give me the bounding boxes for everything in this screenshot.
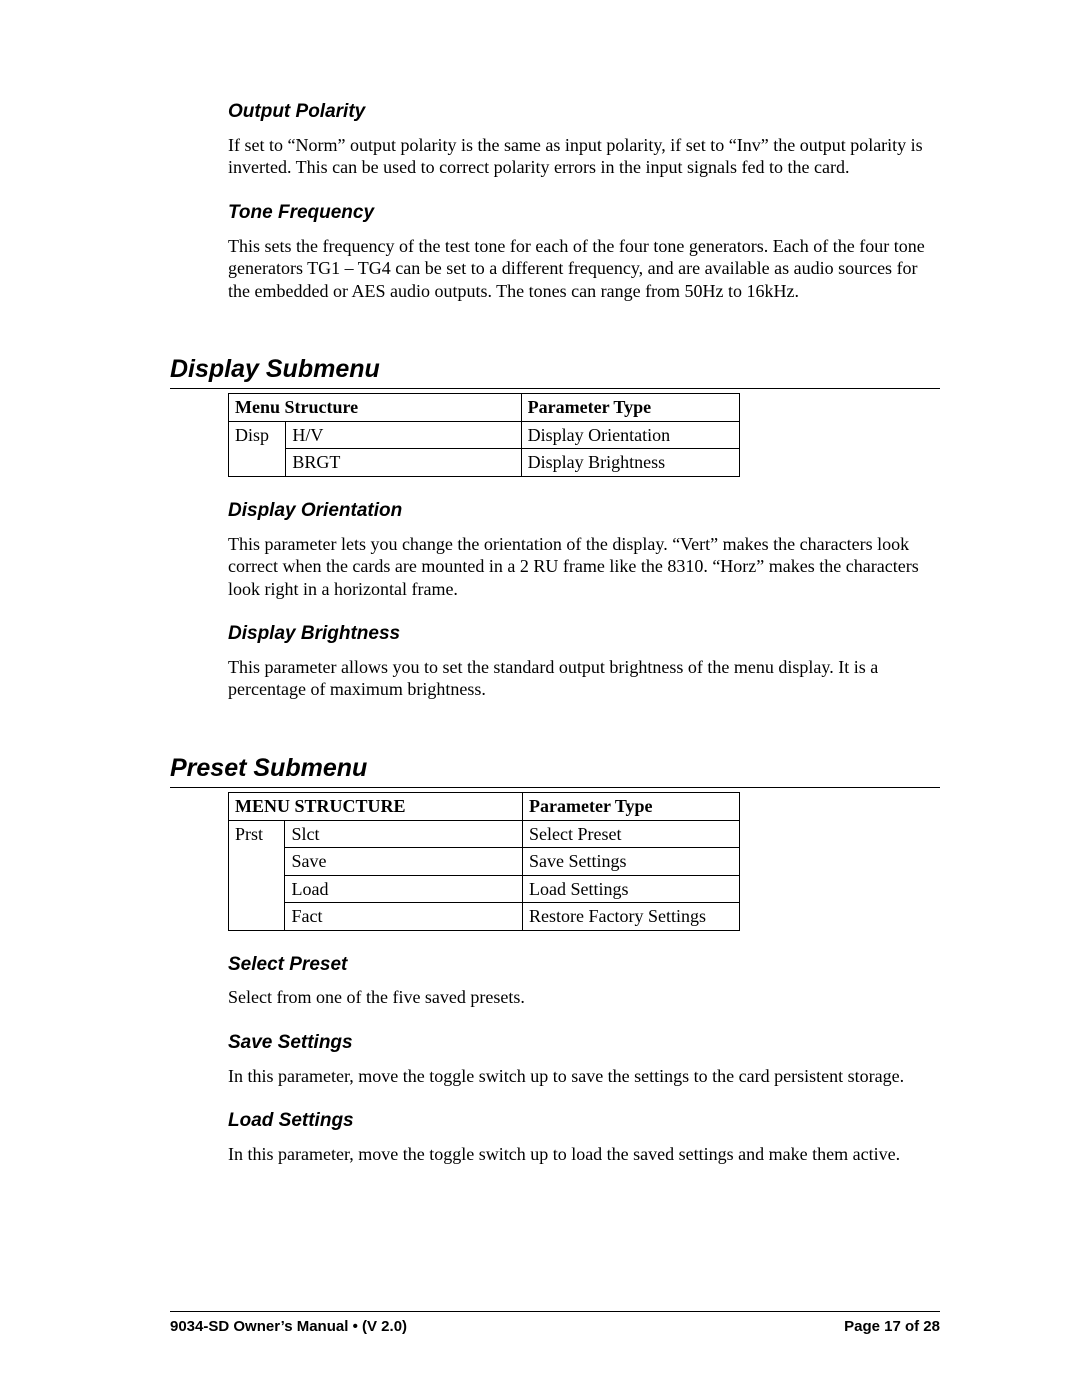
table-header: Parameter Type [521, 394, 739, 422]
heading-display-orientation: Display Orientation [170, 499, 940, 523]
heading-preset-submenu: Preset Submenu [170, 753, 940, 788]
table-header: MENU STRUCTURE [229, 793, 523, 821]
table-cell: Disp [229, 421, 286, 476]
footer-left: 9034-SD Owner’s Manual (V 2.0) [170, 1318, 407, 1337]
para-tone-frequency: This sets the frequency of the test tone… [170, 235, 940, 303]
table-preset-menu: MENU STRUCTURE Parameter Type Prst Slct … [228, 792, 740, 931]
table-cell: BRGT [286, 449, 521, 477]
table-row: Disp H/V Display Orientation [229, 421, 740, 449]
table-cell: Display Brightness [521, 449, 739, 477]
heading-tone-frequency: Tone Frequency [170, 201, 940, 225]
table-row: Save Save Settings [229, 848, 740, 876]
para-display-brightness: This parameter allows you to set the sta… [170, 656, 940, 701]
heading-select-preset: Select Preset [170, 953, 940, 977]
table-cell: Fact [285, 903, 523, 931]
footer-manual-title: 9034-SD Owner’s Manual [170, 1318, 353, 1335]
table-row: BRGT Display Brightness [229, 449, 740, 477]
table-cell: Display Orientation [521, 421, 739, 449]
table-header: Menu Structure [229, 394, 522, 422]
heading-display-submenu: Display Submenu [170, 354, 940, 389]
table-cell: Load [285, 875, 523, 903]
heading-save-settings: Save Settings [170, 1031, 940, 1055]
table-header: Parameter Type [523, 793, 740, 821]
table-row: Fact Restore Factory Settings [229, 903, 740, 931]
para-load-settings: In this parameter, move the toggle switc… [170, 1143, 940, 1166]
table-cell: Save Settings [523, 848, 740, 876]
table-display-menu: Menu Structure Parameter Type Disp H/V D… [228, 393, 740, 477]
para-output-polarity: If set to “Norm” output polarity is the … [170, 134, 940, 179]
para-select-preset: Select from one of the five saved preset… [170, 986, 940, 1009]
heading-display-brightness: Display Brightness [170, 622, 940, 646]
table-cell: Load Settings [523, 875, 740, 903]
para-display-orientation: This parameter lets you change the orien… [170, 533, 940, 601]
table-header-row: Menu Structure Parameter Type [229, 394, 740, 422]
table-cell: Select Preset [523, 820, 740, 848]
table-row: Load Load Settings [229, 875, 740, 903]
footer-version: (V 2.0) [358, 1318, 407, 1335]
footer-page-number: Page 17 of 28 [844, 1318, 940, 1337]
table-cell: Slct [285, 820, 523, 848]
table-cell: Prst [229, 820, 285, 930]
page-footer: 9034-SD Owner’s Manual (V 2.0) Page 17 o… [170, 1311, 940, 1337]
table-cell: Save [285, 848, 523, 876]
section-display-submenu: Display Submenu [170, 354, 940, 389]
para-save-settings: In this parameter, move the toggle switc… [170, 1065, 940, 1088]
table-header-row: MENU STRUCTURE Parameter Type [229, 793, 740, 821]
document-page: Output Polarity If set to “Norm” output … [0, 0, 1080, 1397]
table-row: Prst Slct Select Preset [229, 820, 740, 848]
table-cell: H/V [286, 421, 521, 449]
section-preset-submenu: Preset Submenu [170, 753, 940, 788]
heading-load-settings: Load Settings [170, 1109, 940, 1133]
table-cell: Restore Factory Settings [523, 903, 740, 931]
heading-output-polarity: Output Polarity [170, 100, 940, 124]
